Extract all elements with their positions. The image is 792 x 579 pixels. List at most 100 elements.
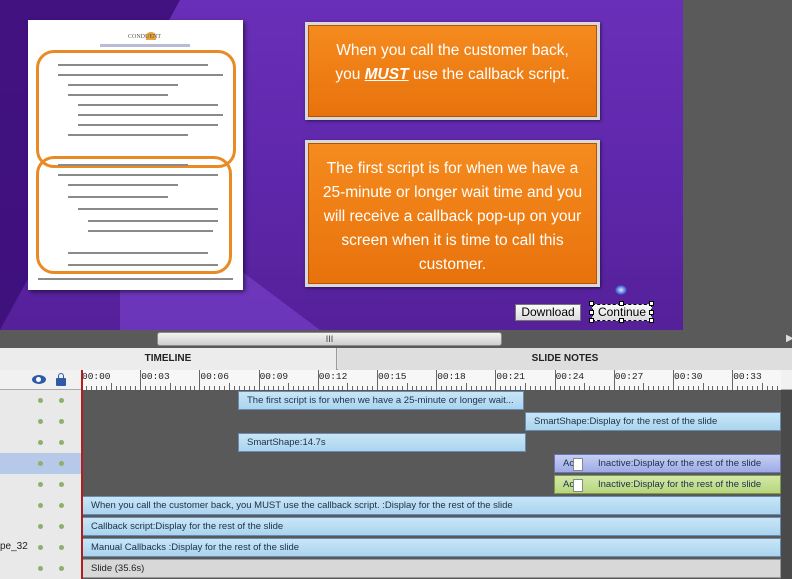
- scrollbar-thumb[interactable]: III: [157, 332, 502, 346]
- ruler-tick-label: 00:00: [82, 371, 111, 382]
- row-label: pe_32: [0, 541, 28, 552]
- bar-label: Inactive:Display for the rest of the sli…: [598, 479, 762, 490]
- selection-handle[interactable]: [619, 301, 624, 306]
- ruler-tick: [436, 370, 438, 390]
- timeline-bar[interactable]: Manual Callbacks :Display for the rest o…: [82, 538, 781, 557]
- ruler-tick: [377, 370, 378, 390]
- ruler-tick: [317, 370, 319, 390]
- row-end: [781, 516, 792, 537]
- ruler-tick-label: 00:27: [614, 371, 644, 382]
- timeline-bar[interactable]: Slide (35.6s): [82, 559, 781, 578]
- ruler-tick: [229, 383, 230, 390]
- visibility-dot[interactable]: [38, 503, 43, 508]
- timeline-row[interactable]: The first script is for when we have a 2…: [0, 390, 792, 411]
- visibility-dot[interactable]: [38, 482, 43, 487]
- timeline-row[interactable]: pe_32 Manual Callbacks :Display for the …: [0, 537, 792, 558]
- timeline-row[interactable]: Callback script:Display for the rest of …: [0, 516, 792, 537]
- ruler-tick: [495, 370, 497, 390]
- lock-dot[interactable]: [59, 461, 64, 466]
- selection-handle[interactable]: [619, 318, 624, 323]
- timeline-bar[interactable]: SmartShape:14.7s: [238, 433, 526, 452]
- doc-line: [78, 208, 218, 210]
- timeline-bar[interactable]: Ac Inactive:Display for the rest of the …: [554, 475, 781, 494]
- time-ruler[interactable]: 00:00 00:03 00:06 00:09 00:12 00:15 00:18 00:21…: [81, 370, 781, 390]
- timeline-row[interactable]: Ac Inactive:Display for the rest of the …: [0, 474, 792, 495]
- row-track: Callback script:Display for the rest of …: [81, 516, 781, 537]
- download-button[interactable]: Download: [515, 304, 581, 321]
- timeline-row[interactable]: SmartShape:Display for the rest of the s…: [0, 411, 792, 432]
- scroll-right-icon[interactable]: ▶: [786, 333, 792, 344]
- timeline-row[interactable]: Slide (35.6s): [0, 558, 792, 579]
- eye-icon[interactable]: [32, 375, 46, 384]
- lock-dot[interactable]: [59, 503, 64, 508]
- ruler-tick: [169, 383, 171, 390]
- selection-handle[interactable]: [589, 301, 594, 306]
- visibility-dot[interactable]: [38, 566, 43, 571]
- lock-dot[interactable]: [59, 566, 64, 571]
- row-header[interactable]: [0, 516, 81, 537]
- row-end: [781, 432, 792, 453]
- ruler-tick: [643, 383, 645, 390]
- row-end: [781, 537, 792, 558]
- timeline-row[interactable]: Ac Inactive:Display for the rest of the …: [0, 453, 792, 474]
- bar-label: Inactive:Display for the rest of the sli…: [598, 458, 762, 469]
- selection-handle[interactable]: [589, 318, 594, 323]
- timeline-row[interactable]: When you call the customer back, you MUS…: [0, 495, 792, 516]
- timeline-row[interactable]: SmartShape:14.7s: [0, 432, 792, 453]
- lock-dot[interactable]: [59, 440, 64, 445]
- doc-line: [68, 264, 218, 266]
- ruler-tick: [406, 383, 408, 390]
- visibility-dot[interactable]: [38, 419, 43, 424]
- sparkle-icon: [615, 285, 627, 295]
- tab-timeline[interactable]: TIMELINE: [0, 348, 337, 370]
- row-end: [781, 558, 792, 579]
- row-header[interactable]: [0, 453, 81, 474]
- selection-handle[interactable]: [649, 301, 654, 306]
- document-thumbnail[interactable]: CONDUENT: [28, 20, 243, 290]
- lock-dot[interactable]: [59, 398, 64, 403]
- ruler-tick-label: 00:30: [674, 371, 703, 382]
- lock-dot[interactable]: [59, 419, 64, 424]
- callout-text: use the callback script.: [408, 66, 570, 83]
- selection-handle[interactable]: [649, 318, 654, 323]
- lock-dot[interactable]: [59, 482, 64, 487]
- lock-dot[interactable]: [59, 524, 64, 529]
- selection-handle[interactable]: [649, 310, 654, 315]
- tab-slide-notes[interactable]: SLIDE NOTES: [338, 348, 792, 370]
- doc-line: [68, 252, 208, 254]
- timeline-bar[interactable]: Callback script:Display for the rest of …: [82, 517, 781, 536]
- callout-first-script[interactable]: The first script is for when we have a 2…: [305, 140, 600, 287]
- lock-icon[interactable]: [56, 373, 66, 386]
- pasteboard: [683, 0, 792, 330]
- row-header[interactable]: [0, 474, 81, 495]
- selection-handle[interactable]: [589, 310, 594, 315]
- row-header[interactable]: pe_32: [0, 537, 81, 558]
- callout-callback-script[interactable]: When you call the customer back, you MUS…: [305, 22, 600, 120]
- state-thumb-icon: [573, 479, 583, 492]
- row-header[interactable]: [0, 495, 81, 516]
- visibility-dot[interactable]: [38, 461, 43, 466]
- timeline-bar[interactable]: When you call the customer back, you MUS…: [82, 496, 781, 515]
- timeline-bar[interactable]: The first script is for when we have a 2…: [238, 391, 524, 410]
- timeline-bar[interactable]: SmartShape:Display for the rest of the s…: [525, 412, 781, 431]
- lock-dot[interactable]: [59, 545, 64, 550]
- highlight-ring: [36, 50, 236, 168]
- ruler-tick-label: 00:24: [555, 371, 585, 382]
- row-header[interactable]: [0, 432, 81, 453]
- row-header[interactable]: [0, 558, 81, 579]
- ruler-tick-label: 00:21: [496, 371, 525, 382]
- visibility-dot[interactable]: [38, 398, 43, 403]
- callout-text: you: [335, 66, 365, 83]
- ruler-tick: [465, 383, 467, 390]
- row-header[interactable]: [0, 411, 81, 432]
- timeline-bar[interactable]: Ac Inactive:Display for the rest of the …: [554, 454, 781, 473]
- row-end: [781, 495, 792, 516]
- playhead[interactable]: [81, 370, 83, 579]
- visibility-dot[interactable]: [38, 440, 43, 445]
- stage-scrollbar[interactable]: III ▶: [0, 330, 792, 348]
- row-track: Slide (35.6s): [81, 558, 781, 579]
- visibility-dot[interactable]: [38, 524, 43, 529]
- row-header[interactable]: [0, 390, 81, 411]
- row-track: Ac Inactive:Display for the rest of the …: [81, 474, 781, 495]
- visibility-dot[interactable]: [38, 545, 43, 550]
